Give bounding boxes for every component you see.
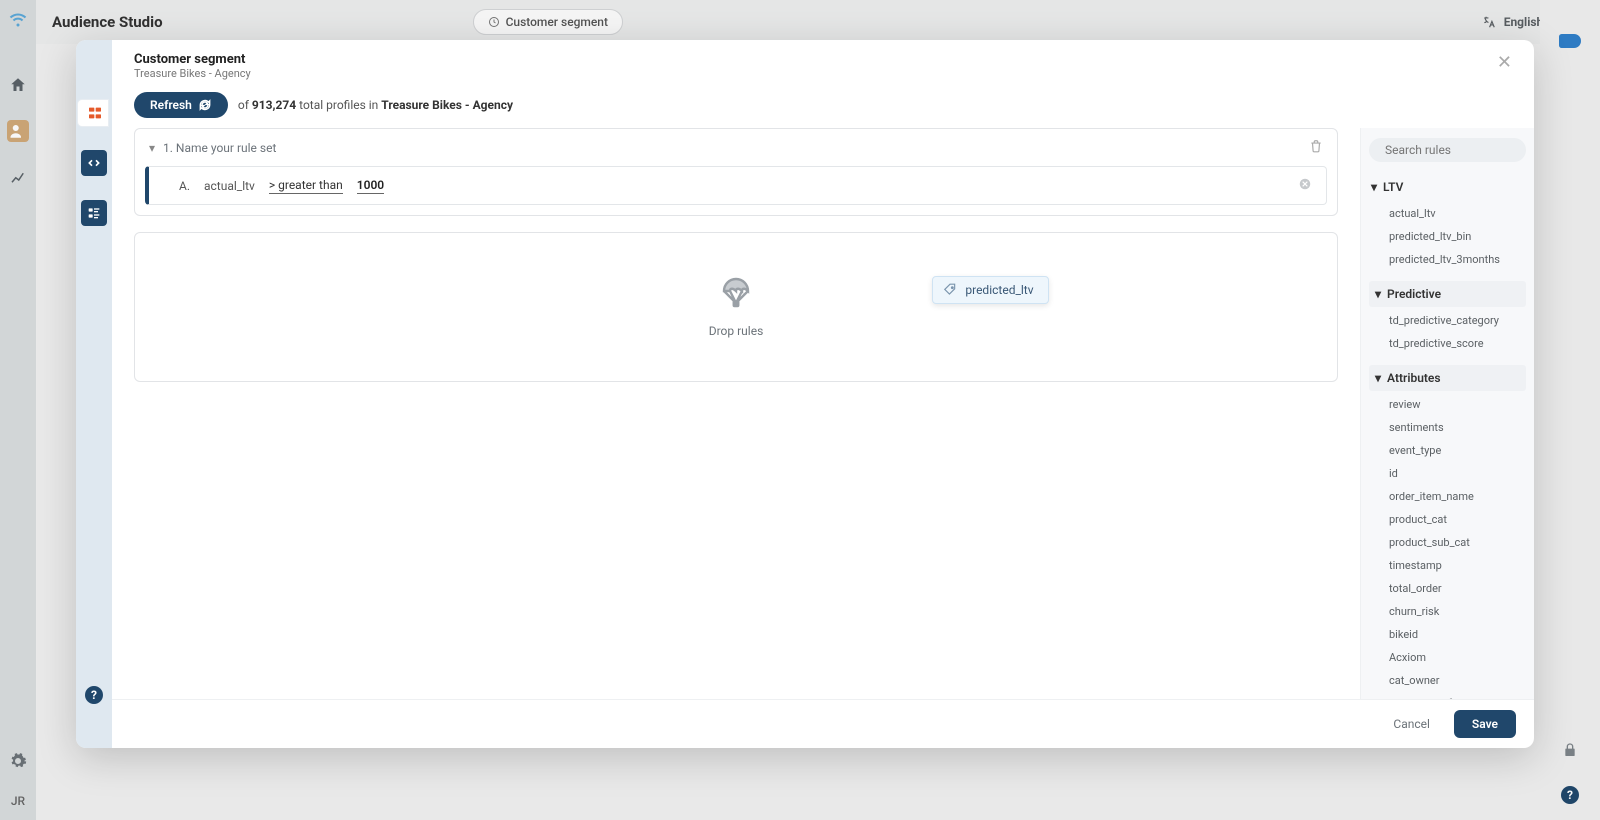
modal-main: Customer segment Treasure Bikes - Agency… <box>112 40 1534 748</box>
rules-panel-item[interactable]: predicted_ltv_3months <box>1369 248 1526 271</box>
rules-panel-item[interactable]: event_type <box>1369 439 1526 462</box>
rules-panel-item[interactable]: order_item_name <box>1369 485 1526 508</box>
rules-panel-item[interactable]: actual_ltv <box>1369 202 1526 225</box>
refresh-button[interactable]: Refresh <box>134 92 228 118</box>
modal-toolbar: Refresh of 913,274 total profiles in Tre… <box>112 88 1534 128</box>
modal-header: Customer segment Treasure Bikes - Agency… <box>112 40 1534 88</box>
rule-index: A. <box>179 179 190 193</box>
drop-label: Drop rules <box>709 324 764 338</box>
rules-panel-item[interactable]: bikeid <box>1369 623 1526 646</box>
rules-panel-item[interactable]: cat_owner <box>1369 669 1526 692</box>
rules-group-header[interactable]: ▾ Attributes <box>1369 365 1526 391</box>
segment-modal: ? Customer segment Treasure Bikes - Agen… <box>76 40 1534 748</box>
analytics-icon[interactable] <box>7 166 29 188</box>
rules-panel-item[interactable]: td_predictive_category <box>1369 309 1526 332</box>
tag-icon <box>943 283 957 297</box>
nav-profiles-icon[interactable] <box>81 200 107 226</box>
rule-set-header[interactable]: ▾ 1. Name your rule set <box>135 129 1337 166</box>
modal-body: ▾ 1. Name your rule set A. actual_ltv > … <box>112 128 1534 699</box>
rules-group-name: Attributes <box>1387 371 1441 385</box>
rules-panel-item[interactable]: product_sub_cat <box>1369 531 1526 554</box>
modal-footer: Cancel Save <box>112 699 1534 748</box>
chevron-down-icon: ▾ <box>1375 371 1381 385</box>
tag-icon[interactable] <box>1559 34 1581 48</box>
rules-panel: ✕ ▾ LTV actual_ltvpredicted_ltv_binpredict… <box>1360 128 1534 699</box>
rules-group-header[interactable]: ▾ Predictive <box>1369 281 1526 307</box>
rule-field[interactable]: actual_ltv <box>204 179 255 193</box>
rules-panel-item[interactable]: predicted_ltv_bin <box>1369 225 1526 248</box>
rules-group-name: Predictive <box>1387 287 1441 301</box>
drop-zone[interactable]: Drop rules predicted_ltv <box>134 232 1338 382</box>
gear-icon[interactable] <box>7 750 29 772</box>
dragging-rule-label: predicted_ltv <box>965 283 1033 297</box>
rules-panel-item[interactable]: churn_risk <box>1369 600 1526 623</box>
profiles-summary: of 913,274 total profiles in Treasure Bi… <box>238 98 513 112</box>
rules-panel-item[interactable]: sentiments <box>1369 416 1526 439</box>
header-chip-label: Customer segment <box>506 15 608 29</box>
rules-panel-item[interactable]: Acxiom <box>1369 646 1526 669</box>
home-icon[interactable] <box>7 74 29 96</box>
rule-builder: ▾ 1. Name your rule set A. actual_ltv > … <box>112 128 1360 699</box>
chevron-down-icon: ▾ <box>149 141 155 155</box>
refresh-icon <box>198 98 212 112</box>
rules-panel-item[interactable]: td_predictive_score <box>1369 332 1526 355</box>
rule-row[interactable]: A. actual_ltv > greater than 1000 <box>145 166 1327 205</box>
user-initials[interactable]: JR <box>11 794 25 808</box>
clock-icon <box>488 16 500 28</box>
app-header: Audience Studio Customer segment English… <box>36 0 1600 44</box>
translate-icon <box>1482 15 1496 29</box>
rules-panel-item[interactable]: review <box>1369 393 1526 416</box>
close-icon[interactable]: ✕ <box>1497 52 1512 73</box>
rule-set-name-placeholder[interactable]: 1. Name your rule set <box>163 141 276 155</box>
modal-side-nav: ? <box>76 40 112 748</box>
rules-panel-item[interactable]: product_cat <box>1369 508 1526 531</box>
refresh-label: Refresh <box>150 98 192 112</box>
save-button[interactable]: Save <box>1454 710 1516 738</box>
rules-panel-item[interactable]: total_order <box>1369 577 1526 600</box>
nav-help-icon[interactable]: ? <box>81 682 107 708</box>
remove-rule-icon[interactable] <box>1298 177 1312 194</box>
chevron-down-icon: ▾ <box>1371 180 1377 194</box>
wifi-icon <box>7 8 29 30</box>
rule-set-card: ▾ 1. Name your rule set A. actual_ltv > … <box>134 128 1338 216</box>
app-right-rail: ? <box>1540 0 1600 820</box>
people-icon[interactable] <box>7 120 29 142</box>
help-icon[interactable]: ? <box>1561 786 1579 804</box>
chevron-down-icon: ▾ <box>1375 287 1381 301</box>
modal-subtitle: Treasure Bikes - Agency <box>134 67 251 80</box>
dragging-rule-chip[interactable]: predicted_ltv <box>932 276 1048 304</box>
app-left-rail: JR <box>0 0 36 820</box>
trash-icon[interactable] <box>1309 139 1323 156</box>
modal-title: Customer segment <box>134 52 251 67</box>
header-chip[interactable]: Customer segment <box>473 9 623 35</box>
rule-value[interactable]: 1000 <box>357 178 384 194</box>
rules-panel-item[interactable]: timestamp <box>1369 554 1526 577</box>
rules-group-name: LTV <box>1383 180 1403 194</box>
nav-builder-icon[interactable] <box>78 100 108 126</box>
app-title: Audience Studio <box>52 13 163 31</box>
lock-icon[interactable] <box>1562 742 1578 762</box>
rules-panel-item[interactable]: id <box>1369 462 1526 485</box>
rules-search[interactable]: ✕ <box>1369 138 1526 162</box>
nav-code-icon[interactable] <box>81 150 107 176</box>
rules-panel-item[interactable]: channel_preferene <box>1369 692 1526 699</box>
cancel-button[interactable]: Cancel <box>1383 710 1440 738</box>
rules-search-input[interactable] <box>1385 143 1534 157</box>
rule-operator[interactable]: > greater than <box>269 178 343 194</box>
rules-group-header[interactable]: ▾ LTV <box>1369 174 1526 200</box>
parachute-icon <box>718 276 754 316</box>
